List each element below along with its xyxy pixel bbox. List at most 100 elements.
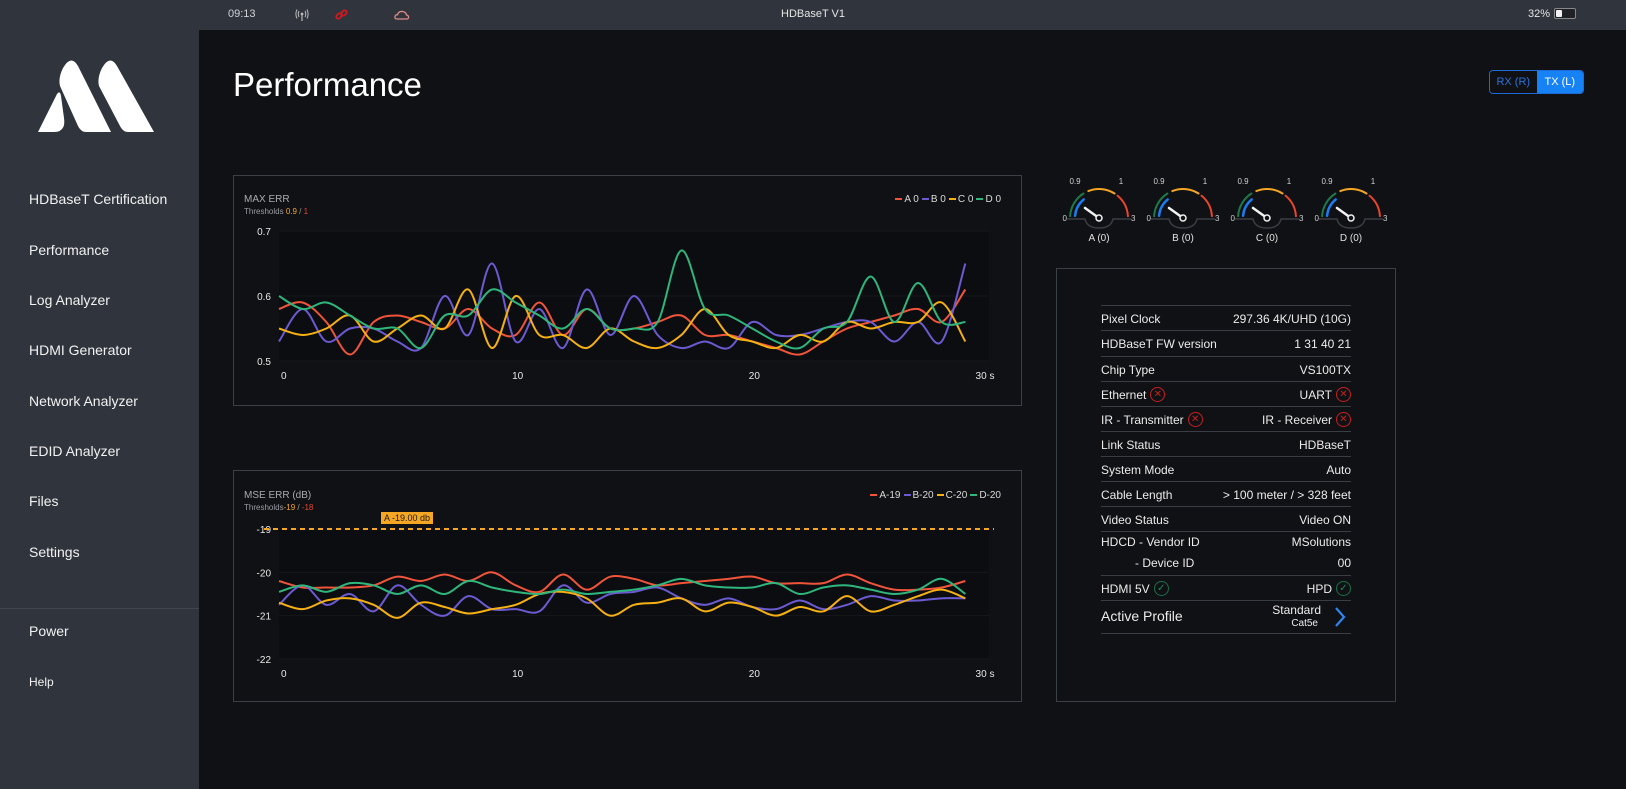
info-row-hdmi-hpd: HDMI 5V ✓ HPD ✓ [1101,575,1351,600]
hdmi-5v-label: HDMI 5V [1101,582,1150,596]
sidebar-item-log-analyzer[interactable]: Log Analyzer [29,292,110,308]
y-tick-label: 0.7 [257,227,271,238]
info-label: Video Status [1101,513,1169,527]
gauge-dial: 0 0.9 1 3 [1063,177,1136,229]
info-value: HDBaseT [1298,438,1351,452]
error-icon: ✕ [1187,412,1203,428]
gauge-a: 0 0.9 1 3 A (0) [1059,176,1139,246]
gauge-arc [1368,194,1381,218]
ir-receiver-label: IR - Receiver [1261,413,1332,427]
info-label: HDBaseT FW version [1101,337,1217,351]
gauge-label: A (0) [1088,233,1110,244]
clock: 09:13 [228,8,256,20]
gauge-label: C (0) [1255,233,1279,244]
device-id-value: 00 [1337,556,1351,570]
gauge-arc [1073,198,1085,217]
battery-percent: 32% [1527,8,1550,20]
info-label: Chip Type [1101,363,1155,377]
info-row-hdcd: HDCD - Vendor ID MSolutions - Device ID 00 [1101,531,1351,575]
status-bar: 09:13 HDBaseT V1 32% [0,0,1626,30]
x-tick-label: 20 [749,371,761,382]
x-tick-label: 20 [749,669,761,680]
max-err-chart-panel: MAX ERR Thresholds 0.9 / 1 A 0B 0C 0D 0 … [233,175,1022,406]
info-row-active-profile[interactable]: Active Profile Standard Cat5e [1101,600,1351,634]
info-value: Video ON [1299,513,1351,527]
sidebar-item-files[interactable]: Files [29,493,59,509]
info-value: VS100TX [1299,363,1351,377]
gauge-crit-label: 1 [1119,177,1124,186]
gauge-crit-label: 1 [1371,177,1376,186]
gauge-warn-label: 0.9 [1069,177,1081,186]
gauge-arc [1284,194,1297,218]
hpd-label: HPD [1306,582,1332,596]
info-row-link-status: Link Status HDBaseT [1101,431,1351,456]
rx-tx-toggle: RX (R) TX (L) [1489,70,1584,94]
sidebar-item-network-analyzer[interactable]: Network Analyzer [29,393,138,409]
gauge-crit-label: 1 [1287,177,1292,186]
sidebar-item-settings[interactable]: Settings [29,544,80,560]
gauge-max-label: 3 [1299,214,1304,223]
gauge-pivot [1179,214,1187,222]
check-icon: ✓ [1336,581,1351,597]
check-icon: ✓ [1153,581,1169,597]
gauge-dial: 0 0.9 1 3 [1147,177,1220,229]
sidebar-item-power[interactable]: Power [29,623,69,639]
gauge-max-label: 3 [1131,214,1136,223]
y-tick-label: 0.5 [257,357,271,368]
gauge-pivot [1095,214,1103,222]
battery-icon [1554,8,1576,19]
gauge-pivot [1263,214,1271,222]
gauge-arc [1241,198,1253,217]
wireless-icon [293,6,311,24]
chevron-right-icon[interactable] [1333,606,1347,628]
y-tick-label: -19 [257,525,272,536]
info-label: Cable Length [1101,488,1173,502]
error-icon: ✕ [1336,412,1351,428]
gauge-arc [1087,188,1116,195]
gauge-warn-label: 0.9 [1321,177,1333,186]
sidebar-item-edid-analyzer[interactable]: EDID Analyzer [29,443,120,459]
gauge-min-label: 0 [1063,214,1068,223]
rx-tab[interactable]: RX (R) [1490,71,1537,93]
annotation-label: A -19.00 db [384,513,430,523]
gauge-crit-label: 1 [1203,177,1208,186]
x-tick-label: 30 s [976,669,995,680]
y-tick-label: -22 [257,655,272,666]
error-icon: ✕ [1336,387,1351,403]
info-row-system-mode: System Mode Auto [1101,456,1351,481]
info-value: 297.36 4K/UHD (10G) [1232,312,1351,326]
gauge-warn-label: 0.9 [1153,177,1165,186]
sidebar-item-hdbaset-certification[interactable]: HDBaseT Certification [29,191,167,207]
gauge-min-label: 0 [1147,214,1152,223]
info-value: 1 31 40 21 [1294,337,1351,351]
gauge-min-label: 0 [1231,214,1236,223]
uart-label: UART [1299,388,1332,402]
gauge-b: 0 0.9 1 3 B (0) [1143,176,1223,246]
info-label: System Mode [1101,463,1175,477]
sidebar-item-help[interactable]: Help [29,675,54,689]
info-row-cable-length: Cable Length > 100 meter / > 328 feet [1101,481,1351,506]
info-row-ir: IR - Transmitter ✕ IR - Receiver ✕ [1101,406,1351,431]
info-label: Pixel Clock [1101,312,1161,326]
tx-tab[interactable]: TX (L) [1536,71,1583,93]
active-profile-cable: Cat5e [1291,618,1318,629]
sidebar-item-hdmi-generator[interactable]: HDMI Generator [29,342,132,358]
ethernet-label: Ethernet [1101,388,1147,402]
sidebar-divider [0,608,199,609]
link-icon [333,6,351,24]
sidebar-item-performance[interactable]: Performance [29,242,109,258]
x-tick-label: 10 [512,371,524,382]
info-value: Auto [1326,463,1351,477]
gauge-max-label: 3 [1383,214,1388,223]
gauge-arc [1157,198,1169,217]
battery-level [1556,10,1563,17]
x-tick-label: 10 [512,669,524,680]
y-tick-label: -20 [257,568,272,579]
vendor-id-value: MSolutions [1291,535,1351,549]
device-info-panel: Pixel Clock 297.36 4K/UHD (10G) HDBaseT F… [1056,268,1396,702]
x-tick-label: 0 [281,371,287,382]
max-err-plot: 0.7 0.6 0.5 0 10 20 30 s [257,227,994,382]
info-row-ethernet-uart: Ethernet ✕ UART ✕ [1101,381,1351,406]
gauge-pivot [1347,214,1355,222]
gauge-d: 0 0.9 1 3 D (0) [1311,176,1391,246]
